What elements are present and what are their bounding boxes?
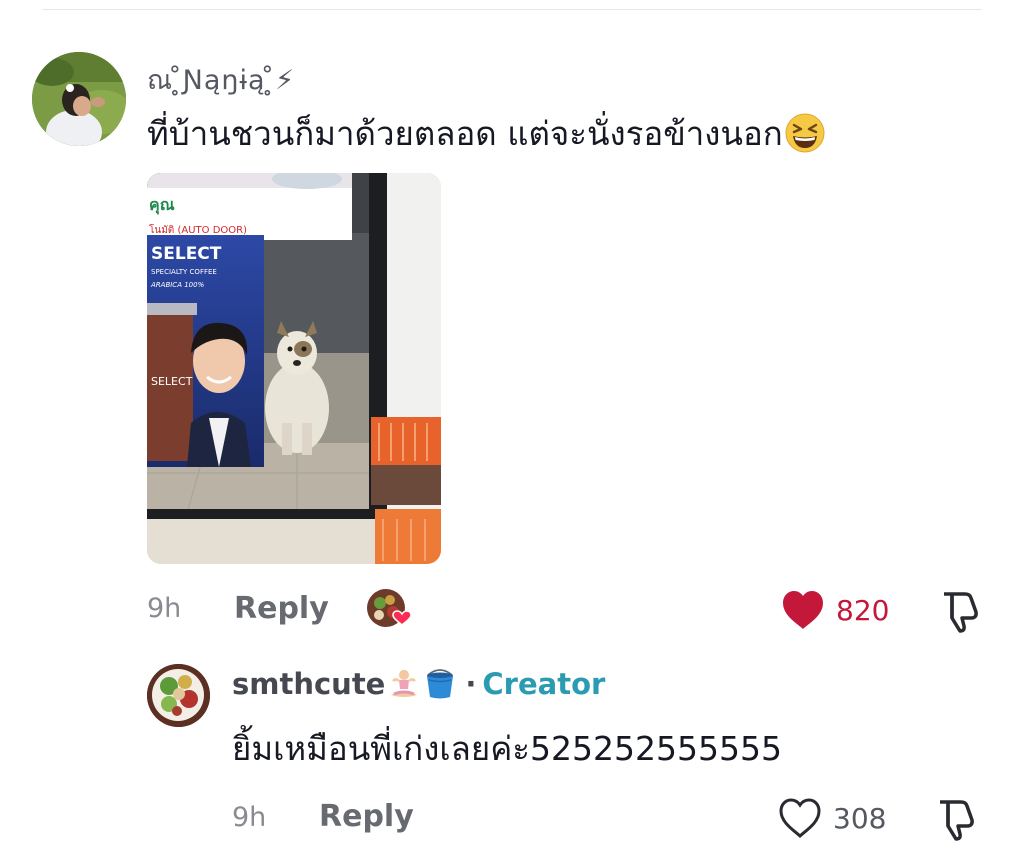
reply-username-row: smthcute · Creator bbox=[232, 667, 605, 701]
comment-time: 9h bbox=[147, 593, 182, 624]
bucket-icon bbox=[427, 669, 454, 699]
reply-text: ยิ้มเหมือนพี่เก่งเลยค่ะ525252555555 bbox=[232, 729, 782, 768]
sign-auto-door: โนมัติ (AUTO DOOR) bbox=[149, 223, 247, 236]
reply-username[interactable]: smthcute bbox=[232, 667, 385, 701]
comment-body: ที่บ้านชวนก็มาด้วยตลอด แต่จะนั่งรอข้างนอ… bbox=[147, 114, 783, 153]
comment-photo[interactable]: คุณ โนมัติ (AUTO DOOR) SELECT SPECIALTY … bbox=[147, 173, 441, 564]
heart-outline-icon bbox=[779, 798, 821, 839]
reply-like-count: 308 bbox=[833, 801, 887, 835]
comment-text: ที่บ้านชวนก็มาด้วยตลอด แต่จะนั่งรอข้างนอ… bbox=[147, 112, 825, 156]
heart-filled-icon bbox=[783, 591, 823, 629]
reply-user-avatar[interactable] bbox=[147, 664, 210, 727]
person-in-lotus-position-icon bbox=[391, 670, 418, 697]
creator-avatar-heart-icon bbox=[367, 589, 412, 627]
separator-dot: · bbox=[465, 667, 477, 701]
creator-liked-badge bbox=[366, 588, 412, 634]
comment-username[interactable]: ณ ̥̊Ɲąŋɨą ̥̊⚡ bbox=[147, 58, 295, 101]
reply-to-reply-button[interactable]: Reply bbox=[319, 799, 414, 834]
cup-brand: SELECT bbox=[151, 375, 193, 388]
reply-button[interactable]: Reply bbox=[234, 591, 329, 626]
reply-like-button[interactable]: 308 bbox=[777, 796, 886, 840]
creator-badge: Creator bbox=[482, 667, 606, 701]
poster-brand: SELECT bbox=[151, 244, 222, 264]
like-count: 820 bbox=[836, 593, 890, 627]
reply-dislike-button[interactable] bbox=[934, 796, 980, 842]
grinning-squinting-face-icon bbox=[785, 113, 825, 152]
reply-time: 9h bbox=[232, 802, 267, 833]
thumbs-down-icon bbox=[940, 800, 974, 841]
comments-panel: ณ ̥̊Ɲąŋɨą ̥̊⚡ ที่บ้านชวนก็มาด้วยตลอด แต่… bbox=[0, 0, 1024, 856]
like-button[interactable]: 820 bbox=[780, 588, 889, 632]
dislike-button[interactable] bbox=[938, 588, 984, 634]
sign-thai: คุณ bbox=[149, 195, 175, 215]
user-avatar[interactable] bbox=[32, 52, 126, 146]
poster-sub: SPECIALTY COFFEE bbox=[151, 268, 217, 276]
thumbs-down-icon bbox=[944, 592, 978, 633]
poster-arabica: ARABICA 100% bbox=[150, 281, 205, 289]
divider bbox=[42, 9, 982, 10]
